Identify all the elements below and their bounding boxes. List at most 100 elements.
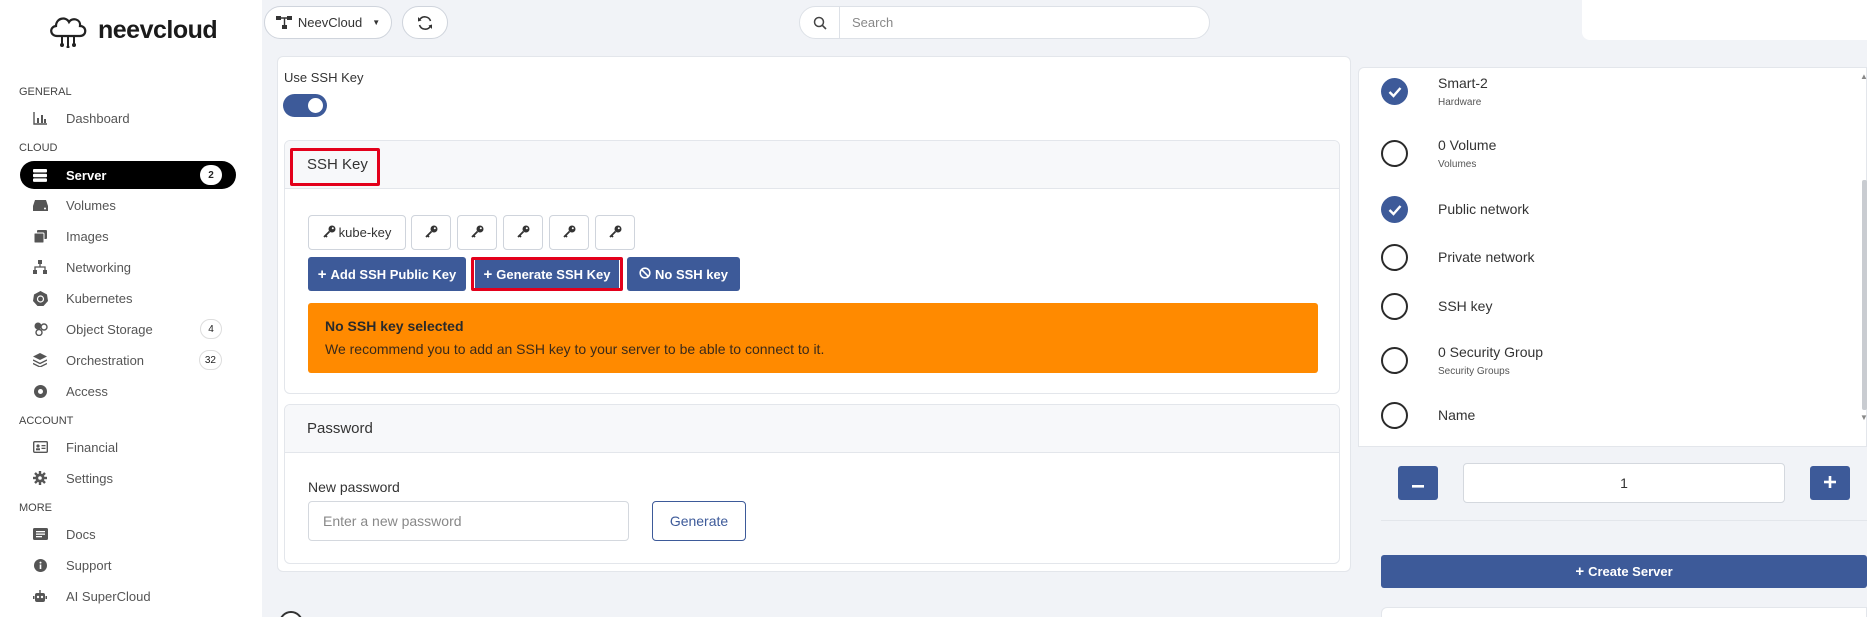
refresh-button[interactable] (402, 6, 448, 39)
no-ssh-key-label: No SSH key (655, 266, 728, 282)
summary-item-hardware[interactable]: Smart-2 Hardware (1381, 75, 1488, 108)
sidebar-item-label: Settings (66, 470, 113, 486)
sidebar-item-label: Access (66, 383, 108, 399)
project-name: NeevCloud (297, 15, 363, 30)
ssh-key-chip-kube-key[interactable]: kube-key (308, 215, 406, 250)
sidebar-item-label: Images (66, 228, 109, 244)
ssh-key-chip[interactable] (457, 215, 497, 250)
summary-item-volumes[interactable]: 0 Volume Volumes (1381, 137, 1497, 170)
check-circle-icon (1381, 78, 1408, 105)
images-icon (32, 228, 48, 244)
sidebar-item-label: Volumes (66, 197, 116, 213)
summary-item-security-groups[interactable]: 0 Security Group Security Groups (1381, 344, 1544, 377)
sidebar-item-networking[interactable]: Networking (20, 253, 236, 281)
generate-ssh-key-button[interactable]: + Generate SSH Key (475, 257, 619, 291)
ssh-key-card-header: SSH Key (285, 141, 1339, 189)
quantity-decrement-button[interactable] (1398, 466, 1438, 500)
summary-item-ssh-key[interactable]: SSH key (1381, 293, 1492, 320)
sidebar-item-kubernetes[interactable]: Kubernetes (20, 284, 236, 312)
robot-icon (32, 588, 48, 604)
id-card-icon (32, 439, 48, 455)
plus-icon (1824, 475, 1836, 491)
summary-title: Private network (1438, 249, 1535, 265)
layers-icon (32, 352, 48, 368)
create-server-button[interactable]: + Create Server (1381, 555, 1867, 588)
key-icon (516, 225, 530, 241)
docs-icon (32, 526, 48, 542)
ssh-key-chip[interactable] (503, 215, 543, 250)
no-ssh-key-button[interactable]: No SSH key (627, 257, 740, 291)
sidebar-item-label: Kubernetes (66, 290, 133, 306)
divider (1381, 520, 1867, 521)
summary-title: Smart-2 (1438, 75, 1488, 91)
collapsed-section-icon (279, 611, 303, 617)
quantity-input[interactable] (1463, 463, 1785, 503)
empty-circle-icon (1381, 293, 1408, 320)
key-icon (424, 225, 438, 241)
info-icon (32, 557, 48, 573)
chart-icon (32, 110, 48, 126)
section-more: MORE (19, 502, 52, 514)
project-selector[interactable]: NeevCloud ▼ (264, 6, 392, 39)
network-icon (32, 259, 48, 275)
sidebar-item-ai-supercloud[interactable]: AI SuperCloud (20, 582, 236, 610)
generate-password-button[interactable]: Generate (652, 501, 746, 541)
minus-icon (1412, 476, 1424, 491)
search-bar[interactable] (799, 6, 1210, 39)
ssh-key-chip[interactable] (549, 215, 589, 250)
sidebar-item-settings[interactable]: Settings (20, 464, 236, 492)
sidebar-item-access[interactable]: Access (20, 377, 236, 405)
summary-title: 0 Security Group (1438, 344, 1544, 360)
sidebar-item-label: Server (66, 167, 107, 183)
summary-scrollbar[interactable] (1862, 180, 1867, 410)
brand-logo[interactable]: neevcloud (46, 12, 218, 48)
add-ssh-public-key-button[interactable]: + Add SSH Public Key (308, 257, 466, 291)
no-ssh-key-alert: No SSH key selected We recommend you to … (308, 303, 1318, 373)
summary-item-private-network[interactable]: Private network (1381, 244, 1534, 271)
sidebar-item-object-storage[interactable]: Object Storage 4 (20, 315, 236, 343)
alert-text: We recommend you to add an SSH key to yo… (325, 341, 825, 357)
quantity-increment-button[interactable] (1810, 466, 1850, 500)
ssh-key-chip[interactable] (595, 215, 635, 250)
summary-subtitle: Security Groups (1438, 366, 1510, 377)
sidebar-item-volumes[interactable]: Volumes (20, 191, 236, 219)
sidebar-item-server[interactable]: Server 2 (20, 161, 236, 189)
summary-title: 0 Volume (1438, 137, 1497, 153)
ssh-key-name: kube-key (338, 225, 392, 240)
key-icon (322, 225, 336, 241)
sidebar-item-label: Orchestration (66, 352, 145, 368)
empty-circle-icon (1381, 140, 1408, 167)
sidebar-item-images[interactable]: Images (20, 222, 236, 250)
server-count-badge: 2 (200, 165, 222, 185)
new-password-input[interactable] (308, 501, 629, 541)
server-icon (32, 167, 48, 183)
next-panel (1381, 607, 1867, 617)
sidebar-item-label: Networking (66, 259, 132, 275)
plus-icon: + (317, 265, 327, 283)
sidebar-item-label: Financial (66, 439, 119, 455)
empty-circle-icon (1381, 402, 1408, 429)
section-general: GENERAL (19, 86, 72, 98)
generate-ssh-key-label: Generate SSH Key (496, 266, 611, 282)
sidebar-item-orchestration[interactable]: Orchestration 32 (20, 346, 236, 374)
search-icon (800, 7, 840, 38)
sidebar-item-support[interactable]: Support (20, 551, 236, 579)
empty-circle-icon (1381, 347, 1408, 374)
sidebar-item-docs[interactable]: Docs (20, 520, 236, 548)
sidebar-item-label: AI SuperCloud (66, 588, 151, 604)
sidebar-item-financial[interactable]: Financial (20, 433, 236, 461)
ban-icon (639, 266, 651, 282)
summary-item-public-network[interactable]: Public network (1381, 196, 1529, 223)
orchestration-count-badge: 32 (198, 350, 222, 370)
summary-subtitle: Hardware (1438, 97, 1482, 108)
summary-item-name[interactable]: Name (1381, 402, 1475, 429)
object-storage-icon (32, 321, 48, 337)
sidebar-item-label: Docs (66, 526, 96, 542)
use-ssh-key-toggle[interactable] (283, 94, 327, 117)
empty-circle-icon (1381, 244, 1408, 271)
sidebar-item-dashboard[interactable]: Dashboard (20, 104, 236, 132)
brand-name: neevcloud (98, 15, 218, 44)
ssh-key-chip[interactable] (411, 215, 451, 250)
disk-icon (32, 197, 48, 213)
search-input[interactable] (840, 15, 1200, 30)
